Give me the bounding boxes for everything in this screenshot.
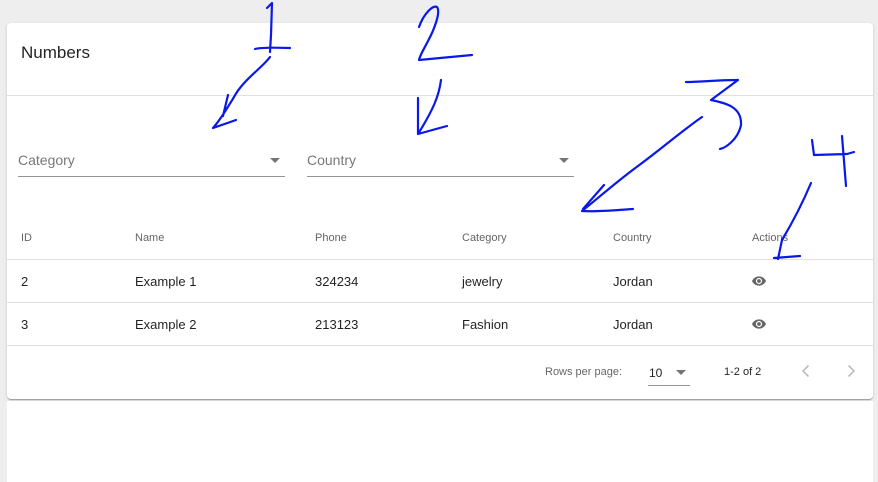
country-placeholder: Country (307, 152, 357, 168)
pagination-range: 1-2 of 2 (724, 366, 762, 378)
cell-phone: 213123 (315, 316, 359, 332)
chevron-right-icon[interactable] (843, 361, 859, 381)
view-action-button[interactable] (752, 260, 766, 302)
card-title: Numbers (21, 43, 90, 62)
cell-id: 2 (21, 273, 29, 289)
chevron-left-icon[interactable] (798, 361, 814, 381)
rows-per-page-label: Rows per page: (545, 366, 623, 378)
cell-name: Example 2 (135, 316, 197, 332)
table-row[interactable]: 3 Example 2 213123 Fashion Jordan (7, 303, 873, 346)
lower-panel (7, 401, 873, 482)
category-placeholder: Category (18, 152, 75, 168)
rows-per-page-select[interactable]: 10 (648, 359, 690, 386)
header-name[interactable]: Name (135, 216, 164, 259)
cell-name: Example 1 (135, 273, 197, 289)
header-country[interactable]: Country (613, 216, 652, 259)
numbers-card: Numbers Category Country ID Name Phone C… (7, 23, 873, 399)
table-pagination: Rows per page: 10 1-2 of 2 (7, 347, 873, 399)
cell-category: jewelry (462, 273, 503, 289)
title-divider (7, 95, 873, 96)
cell-phone: 324234 (315, 273, 359, 289)
view-action-button[interactable] (752, 303, 766, 345)
header-phone[interactable]: Phone (315, 216, 347, 259)
cell-country: Jordan (613, 316, 653, 332)
table-row[interactable]: 2 Example 1 324234 jewelry Jordan (7, 260, 873, 303)
dropdown-arrow-icon (676, 370, 686, 375)
eye-icon[interactable] (752, 319, 766, 329)
country-select[interactable]: Country (307, 151, 574, 177)
table-header-row: ID Name Phone Category Country Actions (7, 216, 873, 260)
category-select[interactable]: Category (18, 151, 285, 177)
dropdown-arrow-icon (270, 158, 280, 163)
dropdown-arrow-icon (559, 158, 569, 163)
header-id[interactable]: ID (21, 216, 32, 259)
cell-category: Fashion (462, 316, 509, 332)
cell-id: 3 (21, 316, 29, 332)
header-category[interactable]: Category (462, 216, 507, 259)
rows-per-page-value: 10 (649, 366, 663, 380)
cell-country: Jordan (613, 273, 653, 289)
header-actions: Actions (752, 231, 789, 244)
eye-icon[interactable] (752, 276, 766, 286)
